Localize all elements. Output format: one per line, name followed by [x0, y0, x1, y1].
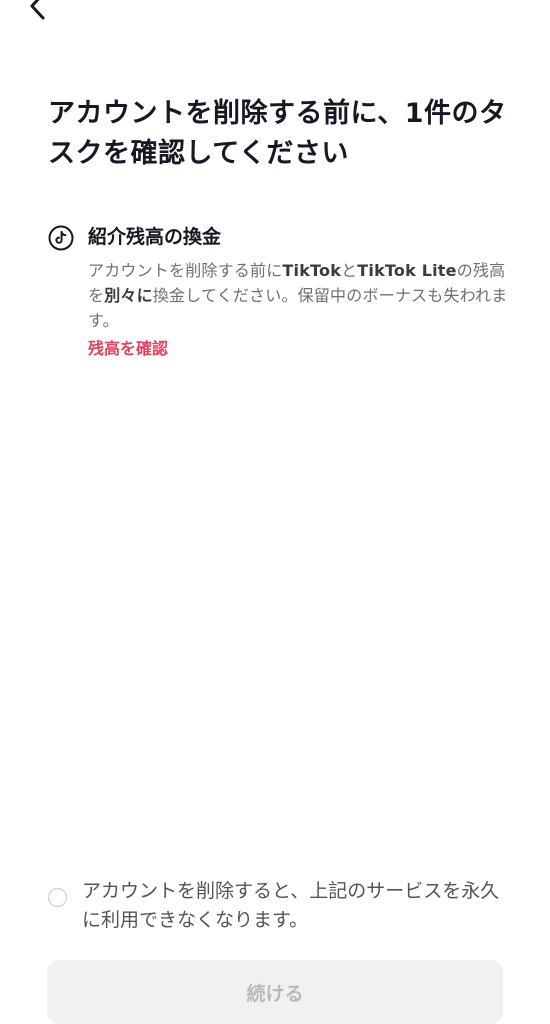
- tiktok-logo-icon: [48, 225, 74, 251]
- back-button[interactable]: [18, 0, 58, 24]
- consent-radio[interactable]: [48, 888, 67, 907]
- consent-text: アカウントを削除すると、上記のサービスを永久に利用できなくなります。: [82, 880, 500, 931]
- page-title: アカウントを削除する前に、1件のタスクを確認してください: [48, 98, 507, 169]
- check-balance-link[interactable]: 残高を確認: [88, 337, 168, 361]
- continue-button[interactable]: 続ける: [47, 960, 503, 1024]
- task-description: アカウントを削除する前にTikTokとTikTok Liteの残高を別々に換金し…: [88, 261, 508, 330]
- chevron-left-icon: [30, 0, 45, 20]
- task-title: 紹介残高の換金: [88, 226, 222, 248]
